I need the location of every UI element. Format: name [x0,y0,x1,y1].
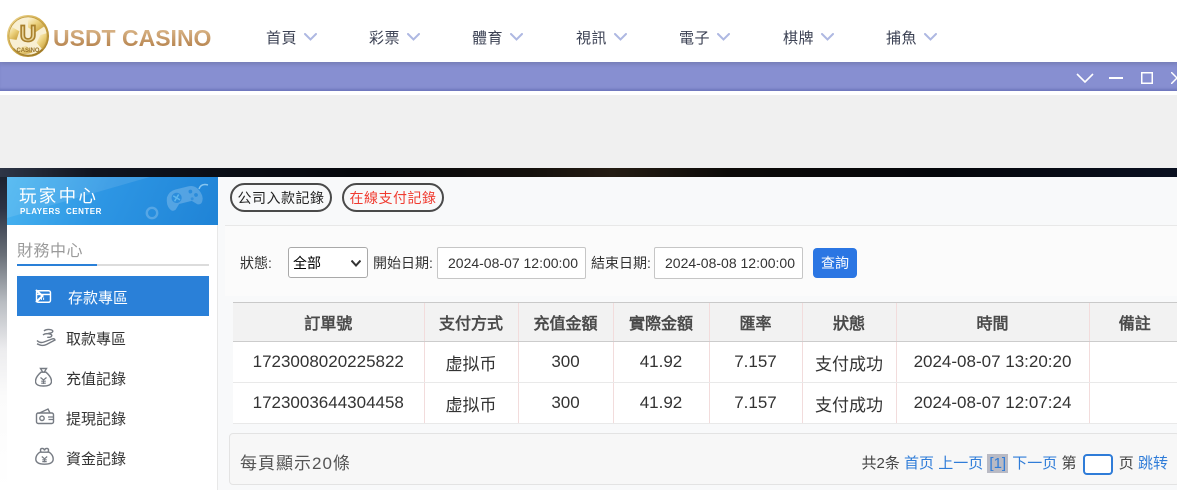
svg-text:U: U [20,20,37,46]
svg-text:CASINO: CASINO [16,48,39,54]
